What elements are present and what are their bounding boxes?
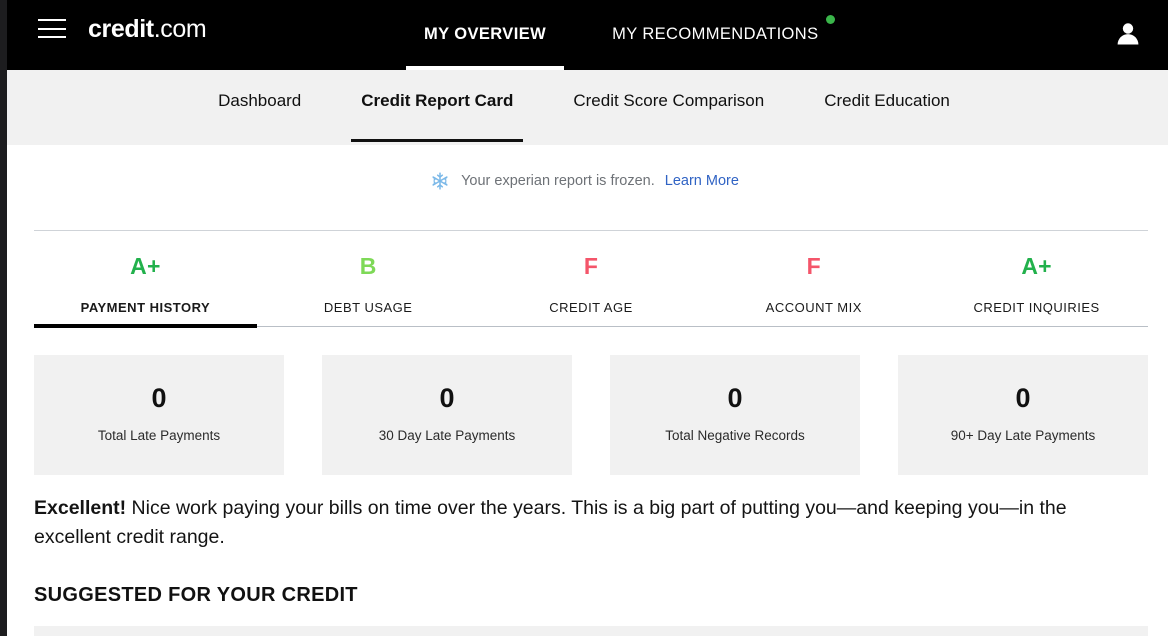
nav-item-my-overview[interactable]: MY OVERVIEW xyxy=(406,1,565,70)
tab-label: Credit Report Card xyxy=(361,91,514,110)
summary-body: Nice work paying your bills on time over… xyxy=(34,497,1067,548)
hamburger-line xyxy=(38,19,66,21)
grade-label: CREDIT AGE xyxy=(549,300,633,315)
tab-credit-report-card[interactable]: Credit Report Card xyxy=(351,91,524,142)
stat-label: 30 Day Late Payments xyxy=(378,427,516,443)
nav-item-label: MY OVERVIEW xyxy=(424,24,547,43)
hamburger-line xyxy=(38,36,66,38)
section-divider xyxy=(34,230,1148,231)
tab-label: Credit Education xyxy=(824,91,950,110)
snowflake-icon xyxy=(429,170,451,192)
grade-label: DEBT USAGE xyxy=(323,300,413,315)
grade-category-tabs: A+ PAYMENT HISTORY B DEBT USAGE F CREDIT… xyxy=(34,248,1148,328)
logo-text-suffix: .com xyxy=(153,15,207,43)
hamburger-line xyxy=(38,27,66,30)
tab-dashboard[interactable]: Dashboard xyxy=(208,91,311,142)
grade-letter: A+ xyxy=(130,253,161,279)
grade-tabs-active-indicator xyxy=(34,324,257,328)
stat-value: 0 xyxy=(727,382,743,413)
stat-label: Total Negative Records xyxy=(665,427,805,443)
user-avatar-icon xyxy=(1117,23,1139,45)
logo-text-primary: credit xyxy=(88,15,154,43)
grade-tab-credit-inquiries[interactable]: A+ CREDIT INQUIRIES xyxy=(925,248,1148,328)
grade-letter: A+ xyxy=(1021,253,1052,279)
grade-tab-account-mix[interactable]: F ACCOUNT MIX xyxy=(702,248,925,328)
stat-value: 0 xyxy=(439,382,455,413)
site-logo[interactable]: credit.com xyxy=(88,14,207,44)
tab-label: Credit Score Comparison xyxy=(573,91,765,110)
stat-value: 0 xyxy=(1015,382,1031,413)
stat-value: 0 xyxy=(151,382,167,413)
nav-item-label: MY RECOMMENDATIONS xyxy=(612,24,819,43)
stat-card-90-plus-day-late-payments: 0 90+ Day Late Payments xyxy=(898,355,1148,475)
suggested-section-heading: SUGGESTED FOR YOUR CREDIT xyxy=(34,584,358,606)
grade-label: PAYMENT HISTORY xyxy=(80,300,211,315)
stat-card-30-day-late-payments: 0 30 Day Late Payments xyxy=(322,355,572,475)
grade-tab-payment-history[interactable]: A+ PAYMENT HISTORY xyxy=(34,248,257,328)
stat-label: 90+ Day Late Payments xyxy=(950,427,1096,443)
grade-label: ACCOUNT MIX xyxy=(765,300,862,315)
grade-tab-debt-usage[interactable]: B DEBT USAGE xyxy=(257,248,480,328)
frozen-notice-text: Your experian report is frozen. xyxy=(461,173,655,189)
suggested-offers-panel xyxy=(34,626,1148,636)
grade-label: CREDIT INQUIRIES xyxy=(973,300,1100,315)
stat-card-row: 0 Total Late Payments 0 30 Day Late Paym… xyxy=(34,355,1148,475)
stat-card-total-late-payments: 0 Total Late Payments xyxy=(34,355,284,475)
secondary-nav-list: Dashboard Credit Report Card Credit Scor… xyxy=(0,70,1168,145)
secondary-nav-bar: Dashboard Credit Report Card Credit Scor… xyxy=(0,70,1168,145)
tab-label: Dashboard xyxy=(218,91,302,110)
grade-summary-text: Excellent! Nice work paying your bills o… xyxy=(34,494,1140,552)
notification-dot-icon xyxy=(825,14,835,24)
grade-letter: F xyxy=(583,253,599,279)
grade-letter: F xyxy=(806,253,821,279)
tab-credit-score-comparison[interactable]: Credit Score Comparison xyxy=(563,91,774,142)
account-avatar-button[interactable] xyxy=(1104,10,1152,58)
frozen-report-notice: Your experian report is frozen. Learn Mo… xyxy=(0,170,1168,192)
learn-more-link[interactable]: Learn More xyxy=(665,173,739,189)
nav-item-my-recommendations[interactable]: MY RECOMMENDATIONS xyxy=(612,1,835,70)
grade-letter: B xyxy=(359,253,377,279)
tab-credit-education[interactable]: Credit Education xyxy=(814,91,960,142)
stat-card-total-negative-records: 0 Total Negative Records xyxy=(610,355,860,475)
browser-edge-strip xyxy=(0,0,7,636)
credit-report-card-page: credit.com MY OVERVIEW MY RECOMMENDATION… xyxy=(0,0,1168,636)
stat-label: Total Late Payments xyxy=(97,427,221,443)
grade-tab-credit-age[interactable]: F CREDIT AGE xyxy=(480,248,703,328)
top-header-bar: credit.com MY OVERVIEW MY RECOMMENDATION… xyxy=(0,0,1168,70)
summary-lead: Excellent! xyxy=(34,497,127,519)
hamburger-menu-icon[interactable] xyxy=(38,19,66,38)
primary-nav: MY OVERVIEW MY RECOMMENDATIONS xyxy=(406,0,835,70)
